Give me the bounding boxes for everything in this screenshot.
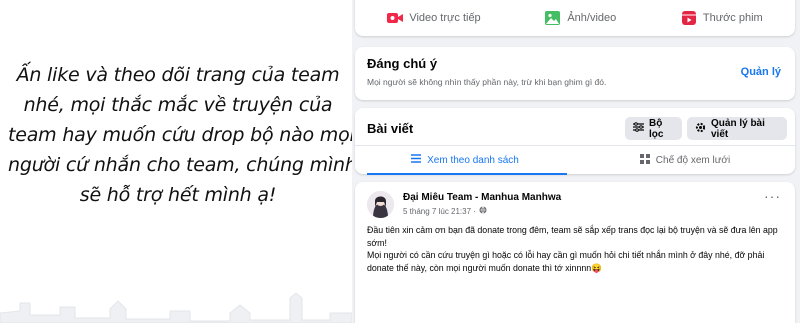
banner-line: sẽ hỗ trợ hết mình ạ! xyxy=(79,184,277,206)
reels-label: Thước phim xyxy=(702,12,763,24)
featured-manage-link[interactable]: Quản lý xyxy=(741,66,781,78)
posts-view-tabs: Xem theo danh sách Chế độ xem lưới xyxy=(355,145,795,175)
posts-section-header: Bài viết Bộ lọc Quản lý bài viết Xem the… xyxy=(355,108,795,175)
post-body: Đầu tiên xin cảm ơn bạn đã donate trong … xyxy=(367,224,782,274)
grid-icon xyxy=(639,153,650,167)
featured-title: Đáng chú ý xyxy=(367,56,438,71)
faded-skyline-illustration xyxy=(0,292,352,323)
promo-banner: Ấn like và theo dõi trang của team nhé, … xyxy=(0,0,352,323)
filter-button[interactable]: Bộ lọc xyxy=(625,117,682,140)
gear-icon xyxy=(695,122,706,136)
avatar[interactable] xyxy=(367,191,394,218)
composer-actions-bar: Video trực tiếp Ảnh/video Thước phim xyxy=(355,0,795,36)
banner-message: Ấn like và theo dõi trang của team nhé, … xyxy=(8,60,352,210)
posts-title: Bài viết xyxy=(367,121,414,136)
featured-subtitle: Mọi người sẽ không nhìn thấy phần này, t… xyxy=(367,77,607,87)
filter-icon xyxy=(633,122,644,135)
more-options-icon[interactable]: ··· xyxy=(764,188,781,204)
live-video-icon xyxy=(387,11,404,25)
post-paragraph: Mọi người có cần cứu truyện gì hoặc có l… xyxy=(367,250,765,273)
tab-grid-view-label: Chế độ xem lưới xyxy=(655,154,731,166)
post-author[interactable]: Đại Miêu Team - Manhua Manhwa xyxy=(403,192,561,203)
page-feed-column: Video trực tiếp Ảnh/video Thước phim Đán… xyxy=(355,0,800,323)
globe-icon xyxy=(479,206,487,216)
filter-label: Bộ lọc xyxy=(649,117,664,140)
banner-line: nhé, mọi thắc mắc về truyện của xyxy=(23,94,333,116)
tab-list-view-label: Xem theo danh sách xyxy=(427,154,519,166)
live-video-label: Video trực tiếp xyxy=(409,12,481,24)
post-meta: 5 tháng 7 lúc 21:37 · xyxy=(403,206,487,216)
list-icon xyxy=(411,154,422,166)
manage-posts-label: Quản lý bài viết xyxy=(711,117,765,140)
feed-post: Đại Miêu Team - Manhua Manhwa 5 tháng 7 … xyxy=(355,182,795,323)
photo-video-button[interactable]: Ảnh/video xyxy=(545,11,616,25)
tab-grid-view[interactable]: Chế độ xem lưới xyxy=(575,146,795,174)
banner-line: team hay muốn cứu drop bộ nào mọi xyxy=(8,124,352,146)
live-video-button[interactable]: Video trực tiếp xyxy=(387,11,481,25)
post-paragraph: Đầu tiên xin cảm ơn bạn đã donate trong … xyxy=(367,225,778,248)
featured-section: Đáng chú ý Mọi người sẽ không nhìn thấy … xyxy=(355,47,795,100)
banner-line: Ấn like và theo dõi trang của team xyxy=(16,64,340,86)
photo-video-label: Ảnh/video xyxy=(567,12,617,24)
tab-list-view[interactable]: Xem theo danh sách xyxy=(355,146,575,175)
manage-posts-button[interactable]: Quản lý bài viết xyxy=(687,117,787,140)
photo-video-icon xyxy=(545,11,561,25)
reels-button[interactable]: Thước phim xyxy=(681,11,763,25)
post-timestamp[interactable]: 5 tháng 7 lúc 21:37 · xyxy=(403,207,476,216)
reels-icon xyxy=(681,11,697,25)
banner-line: người cứ nhắn cho team, chúng mình xyxy=(8,154,352,176)
